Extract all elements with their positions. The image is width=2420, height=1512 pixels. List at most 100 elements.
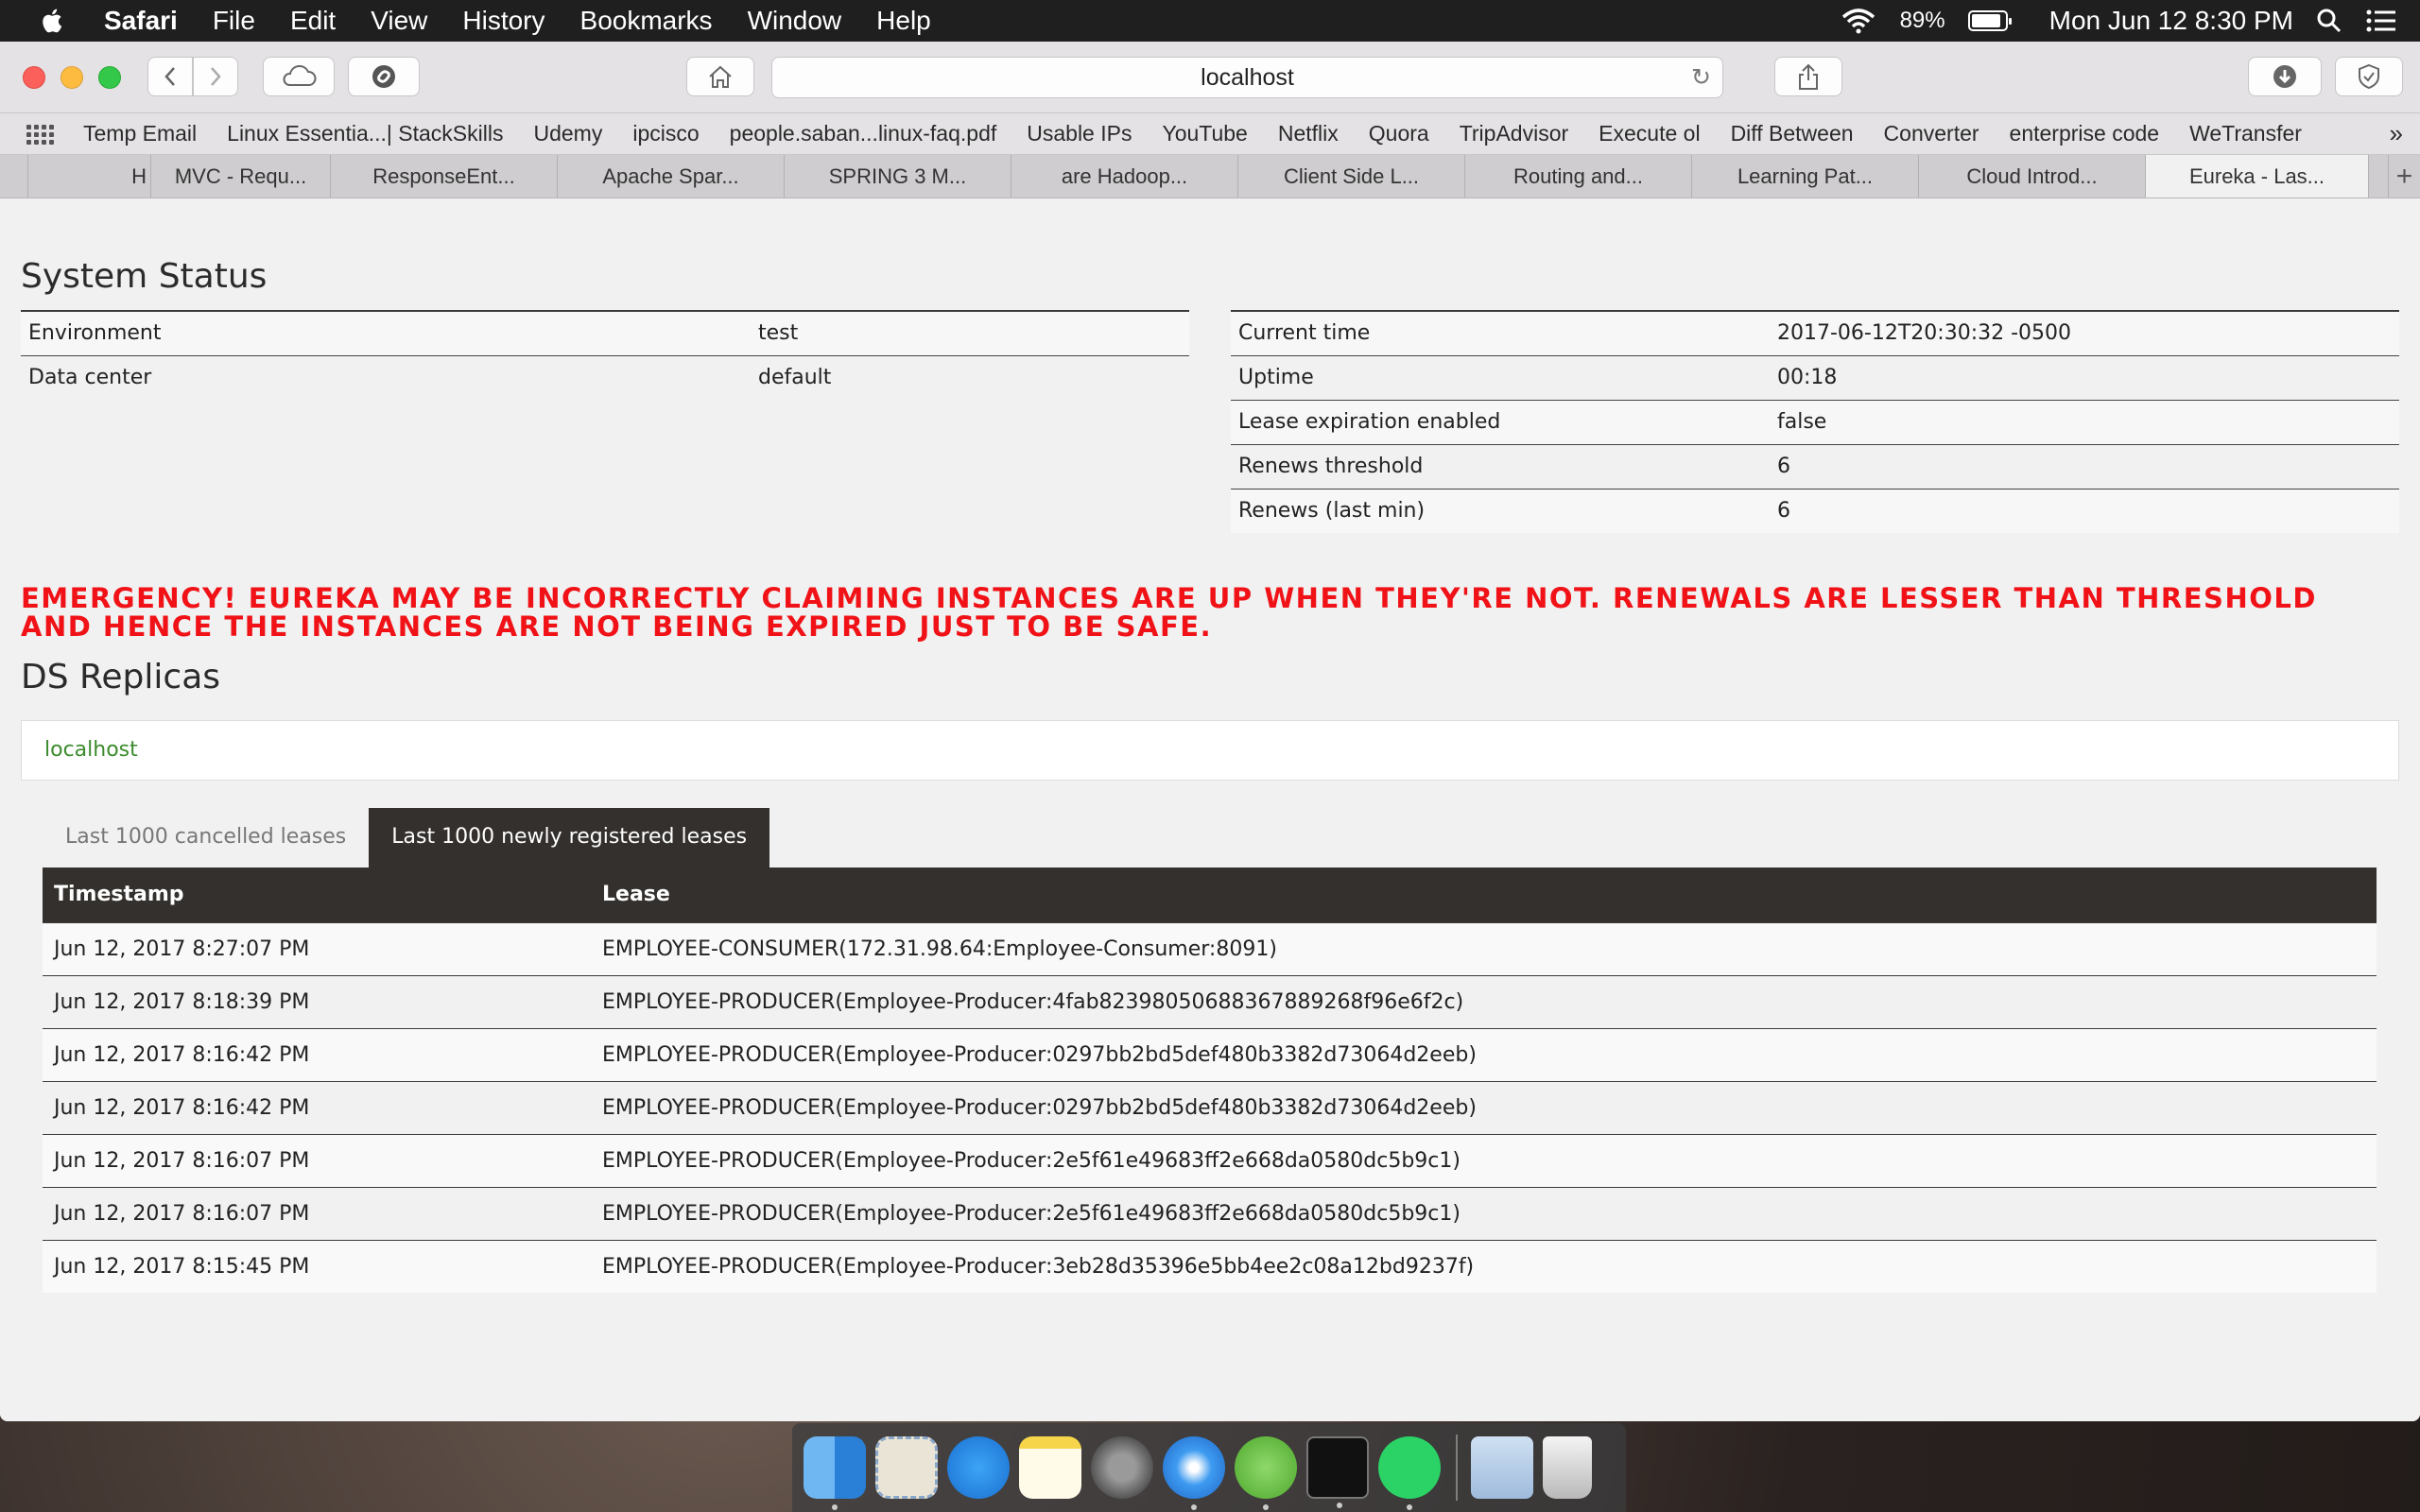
tab-cancelled-leases[interactable]: Last 1000 cancelled leases	[43, 808, 369, 868]
tab-item[interactable]: H	[28, 155, 151, 198]
downloads-button[interactable]	[2248, 57, 2322, 96]
home-button[interactable]	[686, 57, 754, 96]
trash-icon[interactable]	[1543, 1436, 1592, 1499]
download-icon	[2273, 65, 2296, 88]
privacy-extension-button[interactable]	[2335, 57, 2403, 96]
leases-table: Timestamp Lease Jun 12, 2017 8:27:07 PM …	[43, 868, 2377, 1293]
eureka-page: System Status Environment test Data cent…	[0, 198, 2420, 1421]
terminal-icon[interactable]	[1306, 1436, 1369, 1508]
bookmark-item[interactable]: Temp Email	[83, 121, 197, 146]
table-row: Jun 12, 2017 8:16:42 PM EMPLOYEE-PRODUCE…	[43, 1080, 2377, 1134]
tab-item[interactable]: ResponseEnt...	[331, 155, 558, 198]
browser-toolbar: localhost ↻	[0, 42, 2420, 113]
notes-icon[interactable]	[1019, 1436, 1081, 1499]
address-bar-text: localhost	[1201, 64, 1294, 91]
menu-file[interactable]: File	[213, 6, 255, 36]
table-row: Uptime 00:18	[1231, 354, 2399, 400]
tab-item[interactable]: Learning Pat...	[1692, 155, 1919, 198]
tab-item[interactable]: Client Side L...	[1238, 155, 1465, 198]
app-store-icon[interactable]	[947, 1436, 1010, 1499]
bookmark-item[interactable]: Udemy	[533, 121, 602, 146]
dock-separator	[1456, 1435, 1458, 1501]
bookmark-item[interactable]: Execute ol	[1599, 121, 1700, 146]
lease-timestamp: Jun 12, 2017 8:16:42 PM	[43, 1080, 591, 1134]
spotlight-search-icon[interactable]	[2316, 8, 2342, 34]
battery-icon[interactable]	[1967, 10, 2012, 31]
safari-icon[interactable]	[1163, 1436, 1225, 1510]
status-value: default	[751, 354, 1189, 400]
menu-view[interactable]: View	[371, 6, 427, 36]
bookmark-item[interactable]: Diff Between	[1731, 121, 1854, 146]
mail-icon[interactable]	[875, 1436, 938, 1499]
tab-item[interactable]: Apache Spar...	[558, 155, 785, 198]
status-key: Current time	[1231, 310, 1770, 355]
spring-tool-suite-icon[interactable]	[1235, 1436, 1297, 1510]
table-header-row: Timestamp Lease	[43, 868, 2377, 922]
finder-icon[interactable]	[804, 1436, 866, 1510]
bookmark-item[interactable]: Netflix	[1278, 121, 1339, 146]
maximize-window-button[interactable]	[98, 66, 121, 89]
apple-icon[interactable]	[38, 6, 68, 36]
bookmarks-overflow-chevron-icon[interactable]: »	[2390, 119, 2403, 148]
bookmark-item[interactable]: ipcisco	[632, 121, 699, 146]
bookmark-item[interactable]: people.saban...linux-faq.pdf	[730, 121, 997, 146]
downloads-folder-icon[interactable]	[1471, 1436, 1533, 1499]
bookmark-item[interactable]: Linux Essentia...| StackSkills	[227, 121, 503, 146]
address-bar[interactable]: localhost ↻	[771, 57, 1723, 98]
table-row: Lease expiration enabled false	[1231, 399, 2399, 444]
menu-bookmarks[interactable]: Bookmarks	[580, 6, 713, 36]
bookmark-item[interactable]: Converter	[1884, 121, 1979, 146]
replica-link[interactable]: localhost	[44, 738, 138, 762]
running-indicator	[1191, 1504, 1197, 1510]
reload-icon[interactable]: ↻	[1691, 58, 1711, 97]
ds-replicas-heading: DS Replicas	[21, 658, 221, 696]
cloud-icon	[283, 65, 317, 86]
tab-item[interactable]: are Hadoop...	[1011, 155, 1238, 198]
tab-item[interactable]: MVC - Requ...	[151, 155, 331, 198]
shield-check-icon	[2359, 63, 2379, 90]
battery-percentage: 89%	[1899, 8, 1945, 33]
bookmark-item[interactable]: enterprise code	[2010, 121, 2160, 146]
minimize-window-button[interactable]	[60, 66, 83, 89]
status-key: Renews (last min)	[1231, 488, 1770, 533]
running-indicator	[832, 1504, 838, 1510]
lease-tabs: Last 1000 cancelled leases Last 1000 new…	[43, 808, 770, 868]
table-row: Jun 12, 2017 8:15:45 PM EMPLOYEE-PRODUCE…	[43, 1239, 2377, 1293]
bookmark-item[interactable]: Quora	[1369, 121, 1429, 146]
back-button[interactable]	[147, 57, 193, 96]
tab-item[interactable]: Routing and...	[1465, 155, 1692, 198]
tab-item[interactable]: SPRING 3 M...	[785, 155, 1011, 198]
tab-registered-leases[interactable]: Last 1000 newly registered leases	[369, 808, 770, 868]
menu-app-name[interactable]: Safari	[104, 6, 178, 36]
system-status-heading: System Status	[21, 257, 268, 296]
bookmark-item[interactable]: WeTransfer	[2189, 121, 2302, 146]
forward-button[interactable]	[193, 57, 238, 96]
bookmark-item[interactable]: TripAdvisor	[1460, 121, 1568, 146]
menu-clock[interactable]: Mon Jun 12 8:30 PM	[2049, 6, 2293, 36]
extension-button[interactable]	[348, 57, 420, 96]
menu-history[interactable]: History	[462, 6, 544, 36]
chevron-right-icon	[211, 67, 221, 86]
share-button[interactable]	[1774, 57, 1842, 96]
top-sites-grid-icon[interactable]	[26, 124, 55, 145]
menu-window[interactable]: Window	[748, 6, 842, 36]
close-window-button[interactable]	[23, 66, 45, 89]
wifi-icon[interactable]	[1840, 8, 1877, 34]
tab-item-active[interactable]: Eureka - Las...	[2146, 155, 2369, 198]
system-preferences-icon[interactable]	[1091, 1436, 1153, 1499]
battery-fill	[1971, 14, 2000, 27]
new-tab-plus-icon[interactable]: +	[2388, 155, 2420, 198]
status-value: 00:18	[1770, 354, 2399, 400]
running-indicator	[1407, 1504, 1412, 1510]
bookmark-item[interactable]: Usable IPs	[1027, 121, 1132, 146]
notification-center-icon[interactable]	[2365, 8, 2397, 34]
tab-item[interactable]: Cloud Introd...	[1919, 155, 2146, 198]
system-status-left-table: Environment test Data center default	[21, 310, 1189, 400]
safari-window: localhost ↻ Temp Email Linux Essentia...…	[0, 42, 2420, 1421]
icloud-tabs-button[interactable]	[263, 57, 335, 96]
lease-id: EMPLOYEE-PRODUCER(Employee-Producer:2e5f…	[591, 1186, 2377, 1240]
bookmark-item[interactable]: YouTube	[1162, 121, 1247, 146]
whatsapp-icon[interactable]	[1378, 1436, 1441, 1510]
menu-help[interactable]: Help	[876, 6, 931, 36]
menu-edit[interactable]: Edit	[290, 6, 336, 36]
